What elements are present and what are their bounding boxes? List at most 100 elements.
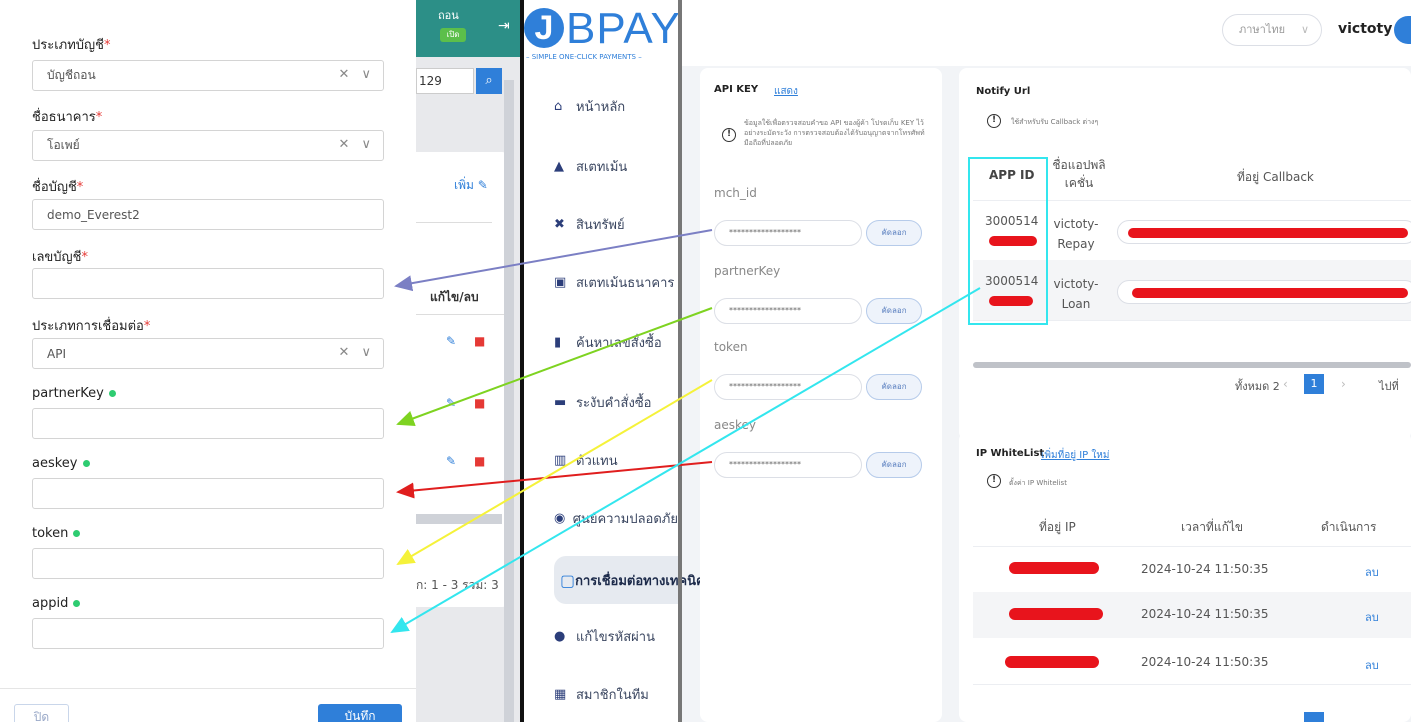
- sidebar-item-1[interactable]: ▲ สเตทเม้น: [554, 142, 678, 190]
- sidebar-item-8[interactable]: ▢ การเชื่อมต่อทางเทคนิค: [554, 556, 705, 604]
- sidebar-item-label: ระงับคำสั่งซื้อ: [576, 395, 652, 411]
- sidebar-item-label: การเชื่อมต่อทางเทคนิค: [575, 573, 705, 589]
- clear-chevron-icon[interactable]: ✕ ∨: [338, 67, 375, 82]
- key-field-aeskey[interactable]: ******************: [714, 452, 862, 478]
- next-page-icon[interactable]: ›: [1341, 377, 1346, 391]
- key-field-mch_id[interactable]: ******************: [714, 220, 862, 246]
- shield-icon: ◉: [554, 510, 566, 526]
- trash-icon[interactable]: ■: [474, 396, 485, 410]
- ip-time-cell: 2024-10-24 11:50:35: [1141, 655, 1269, 669]
- redaction-mark: [1132, 288, 1408, 298]
- show-key-link[interactable]: แสดง: [774, 84, 798, 99]
- prev-page-icon[interactable]: ‹: [1283, 377, 1288, 391]
- connection-type-select[interactable]: API ✕ ∨: [32, 338, 384, 369]
- copy-button[interactable]: คัดลอก: [866, 374, 922, 400]
- copy-button[interactable]: คัดลอก: [866, 220, 922, 246]
- home-icon: ⌂: [554, 98, 563, 114]
- info-icon: !: [722, 128, 736, 142]
- trash-icon[interactable]: ■: [474, 334, 485, 348]
- clear-chevron-icon[interactable]: ✕ ∨: [338, 137, 375, 152]
- callback-header: ที่อยู่ Callback: [1237, 170, 1314, 184]
- key-field-token[interactable]: ******************: [714, 374, 862, 400]
- search-icon[interactable]: ⌕: [476, 68, 502, 94]
- add-ip-link[interactable]: เพิ่มที่อยู่ IP ใหม่: [1041, 448, 1109, 463]
- logo[interactable]: J BPAY – SIMPLE ONE-CLICK PAYMENTS –: [524, 0, 680, 66]
- search-input[interactable]: 129: [416, 68, 474, 94]
- key-label-aeskey: aeskey: [714, 418, 756, 432]
- username[interactable]: victoty: [1338, 21, 1392, 37]
- sidebar-item-3[interactable]: ▣ สเตทเม้นธนาคาร: [554, 258, 678, 306]
- account-type-select[interactable]: บัญชีถอน ✕ ∨: [32, 60, 384, 91]
- sidebar-item-2[interactable]: ✖ สินทรัพย์: [554, 200, 678, 248]
- account-name-label: ชื่อบัญชี*: [32, 180, 84, 195]
- sidebar-item-label: หน้าหลัก: [576, 99, 626, 115]
- appid-label: appid: [32, 596, 81, 611]
- redaction-mark: [1005, 656, 1099, 668]
- edit-icon[interactable]: ✎: [446, 334, 456, 348]
- sidebar-item-9[interactable]: ● แก้ไขรหัสผ่าน: [554, 612, 678, 660]
- trash-icon[interactable]: ■: [474, 454, 485, 468]
- ip-time-cell: 2024-10-24 11:50:35: [1141, 607, 1269, 621]
- sidebar-item-10[interactable]: ▦ สมาชิกในทีม: [554, 670, 678, 718]
- delete-ip-button[interactable]: ลบ: [1365, 608, 1379, 626]
- info-icon: !: [987, 474, 1001, 488]
- user-icon: ●: [554, 628, 566, 644]
- sidebar-nav: ⌂ หน้าหลัก ▲ สเตทเม้น ✖ สินทรัพย์ ▣ สเตทเม้นธนา…: [524, 66, 705, 722]
- logo-mark: J: [524, 8, 564, 48]
- sidebar-item-0[interactable]: ⌂ หน้าหลัก: [554, 82, 678, 130]
- page-1[interactable]: [1304, 712, 1324, 722]
- delete-ip-button[interactable]: ลบ: [1365, 656, 1379, 674]
- aeskey-input[interactable]: [32, 478, 384, 509]
- account-name-input[interactable]: demo_Everest2: [32, 199, 384, 230]
- page-1[interactable]: 1: [1304, 374, 1324, 394]
- callback-url-field[interactable]: [1117, 280, 1411, 304]
- footer-divider: [0, 688, 416, 689]
- language-select[interactable]: ภาษาไทย ∨: [1222, 14, 1322, 46]
- delete-ip-button[interactable]: ลบ: [1365, 563, 1379, 581]
- ip-whitelist-card: IP WhiteList เพิ่มที่อยู่ IP ใหม่ ! ตั้ง…: [959, 432, 1411, 722]
- sidebar-item-5[interactable]: ▬ ระงับคำสั่งซื้อ: [554, 378, 678, 426]
- partnerkey-input[interactable]: [32, 408, 384, 439]
- cancel-button[interactable]: ปิด: [14, 704, 69, 722]
- sidebar-item-6[interactable]: ▥ ตัวแทน: [554, 436, 678, 484]
- required-dot-icon: [82, 460, 90, 467]
- save-button[interactable]: บันทึก: [318, 704, 402, 722]
- sidebar-item-label: สินทรัพย์: [576, 217, 625, 233]
- account-number-input[interactable]: [32, 268, 384, 299]
- withdraw-toggle[interactable]: เปิด: [440, 28, 466, 42]
- key-field-partnerkey[interactable]: ******************: [714, 298, 862, 324]
- account-table-card: เพิ่ม ✎ แก้ไข/ลบ ✎ ■ ✎ ■ ✎ ■ ก: 1 - 3 รว…: [416, 152, 508, 607]
- edit-icon[interactable]: ✎: [446, 454, 456, 468]
- horizontal-scrollbar[interactable]: [973, 362, 1411, 368]
- add-button[interactable]: เพิ่ม ✎: [454, 176, 488, 195]
- clear-chevron-icon[interactable]: ✕ ∨: [338, 345, 375, 360]
- api-key-title: API KEY: [714, 84, 759, 95]
- ip-whitelist-title: IP WhiteList: [976, 448, 1045, 459]
- notify-title: Notify Url: [976, 86, 1031, 97]
- sidebar-item-4[interactable]: ▮ ค้นหาเลขสั่งซื้อ: [554, 318, 678, 366]
- token-input[interactable]: [32, 548, 384, 579]
- divider: [973, 684, 1411, 685]
- redaction-mark: [1009, 562, 1099, 574]
- horizontal-scrollbar[interactable]: [416, 514, 502, 524]
- callback-url-field[interactable]: [1117, 220, 1411, 244]
- copy-button[interactable]: คัดลอก: [866, 298, 922, 324]
- bank-name-select[interactable]: โอเพย์ ✕ ∨: [32, 130, 384, 161]
- clipboard-icon: ▣: [554, 274, 567, 290]
- pagination-summary: ก: 1 - 3 รวม: 3: [416, 578, 499, 592]
- copy-button[interactable]: คัดลอก: [866, 452, 922, 478]
- vertical-scrollbar[interactable]: [504, 80, 514, 722]
- edit-icon[interactable]: ✎: [446, 396, 456, 410]
- sidebar-item-7[interactable]: ◉ ศูนย์ความปลอดภัย: [554, 494, 678, 542]
- avatar[interactable]: [1394, 16, 1411, 44]
- appid-input[interactable]: [32, 618, 384, 649]
- bank-name-label: ชื่อธนาคาร*: [32, 110, 103, 125]
- exit-icon[interactable]: ⇥: [498, 18, 510, 34]
- aeskey-label: aeskey: [32, 456, 90, 471]
- divider: [973, 546, 1411, 547]
- jbpay-app: J BPAY – SIMPLE ONE-CLICK PAYMENTS – ⌂ หน…: [524, 0, 1411, 722]
- logo-tagline: – SIMPLE ONE-CLICK PAYMENTS –: [526, 53, 642, 61]
- pager-total: ทั้งหมด 2: [1235, 380, 1280, 393]
- app-id-highlight: [968, 157, 1048, 325]
- withdraw-label: ถอน: [438, 9, 459, 22]
